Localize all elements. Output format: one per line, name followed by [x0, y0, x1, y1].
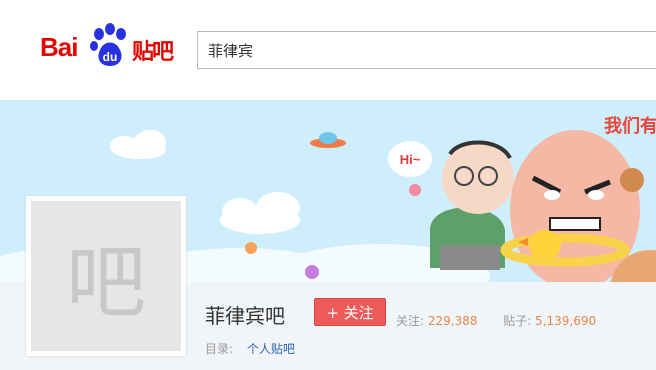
- forum-avatar[interactable]: 吧: [26, 196, 186, 356]
- forum-title[interactable]: 菲律宾吧: [205, 300, 285, 329]
- speech-text: Hi~: [400, 152, 421, 167]
- cloud-icon: [110, 130, 166, 159]
- forum-directory: 目录: 个人贴吧: [205, 340, 295, 357]
- cloud-icon: [220, 192, 300, 234]
- speech-bubble-icon: Hi~: [388, 141, 432, 177]
- followers-count: 229,388: [427, 314, 478, 328]
- ball-icon: [305, 265, 319, 279]
- forum-avatar-char: 吧: [31, 201, 181, 351]
- baidu-tieba-logo[interactable]: Bai du 贴吧: [40, 22, 180, 70]
- banner-corner-text: 我们有: [604, 115, 656, 137]
- posts-label: 贴子:: [503, 314, 532, 328]
- posts-count: 5,139,690: [535, 314, 597, 328]
- search-box[interactable]: [197, 31, 656, 69]
- search-input[interactable]: [198, 32, 656, 68]
- directory-label: 目录:: [205, 342, 234, 356]
- flower-icon: [409, 184, 421, 196]
- baidu-paw-icon: du: [90, 23, 126, 66]
- logo-tieba-text: 贴吧: [132, 40, 174, 65]
- logo-bai-text: Bai: [40, 32, 78, 62]
- header: Bai du 贴吧: [0, 0, 656, 100]
- forum-stats: 关注: 229,388 贴子: 5,139,690: [396, 312, 596, 329]
- logo-du-text: du: [103, 50, 118, 64]
- follow-button[interactable]: + 关注: [314, 298, 386, 326]
- ufo-icon: [310, 132, 346, 148]
- directory-link[interactable]: 个人贴吧: [247, 342, 295, 356]
- followers-label: 关注:: [396, 314, 425, 328]
- cartoon-bald-man-icon: [500, 130, 640, 282]
- ball-icon: [245, 242, 257, 254]
